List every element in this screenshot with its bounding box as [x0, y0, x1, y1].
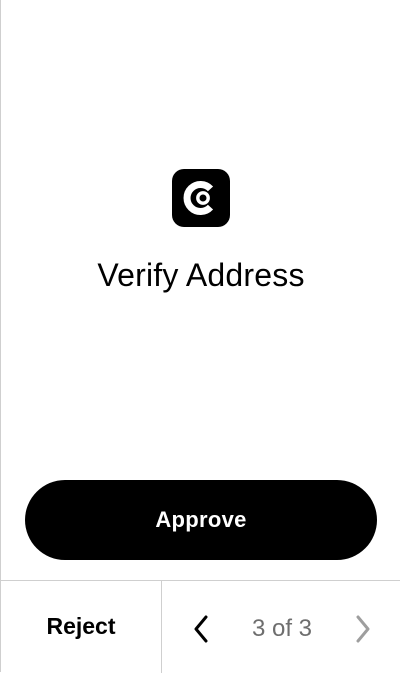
next-page-button[interactable]: [342, 609, 382, 649]
verify-address-screen: Verify Address Approve Reject 3 of 3: [0, 0, 400, 673]
previous-page-button[interactable]: [182, 609, 222, 649]
page-indicator: 3 of 3: [251, 615, 313, 642]
pagination: 3 of 3: [162, 581, 400, 672]
chevron-left-icon: [194, 615, 208, 643]
reject-button-label: Reject: [46, 613, 116, 639]
app-logo-icon: [172, 169, 230, 227]
page-title: Verify Address: [97, 257, 305, 293]
footer-bar: Reject 3 of 3: [1, 580, 400, 673]
chevron-right-icon: [356, 615, 370, 643]
reject-button[interactable]: Reject: [1, 581, 161, 672]
approve-button[interactable]: Approve: [25, 480, 377, 560]
